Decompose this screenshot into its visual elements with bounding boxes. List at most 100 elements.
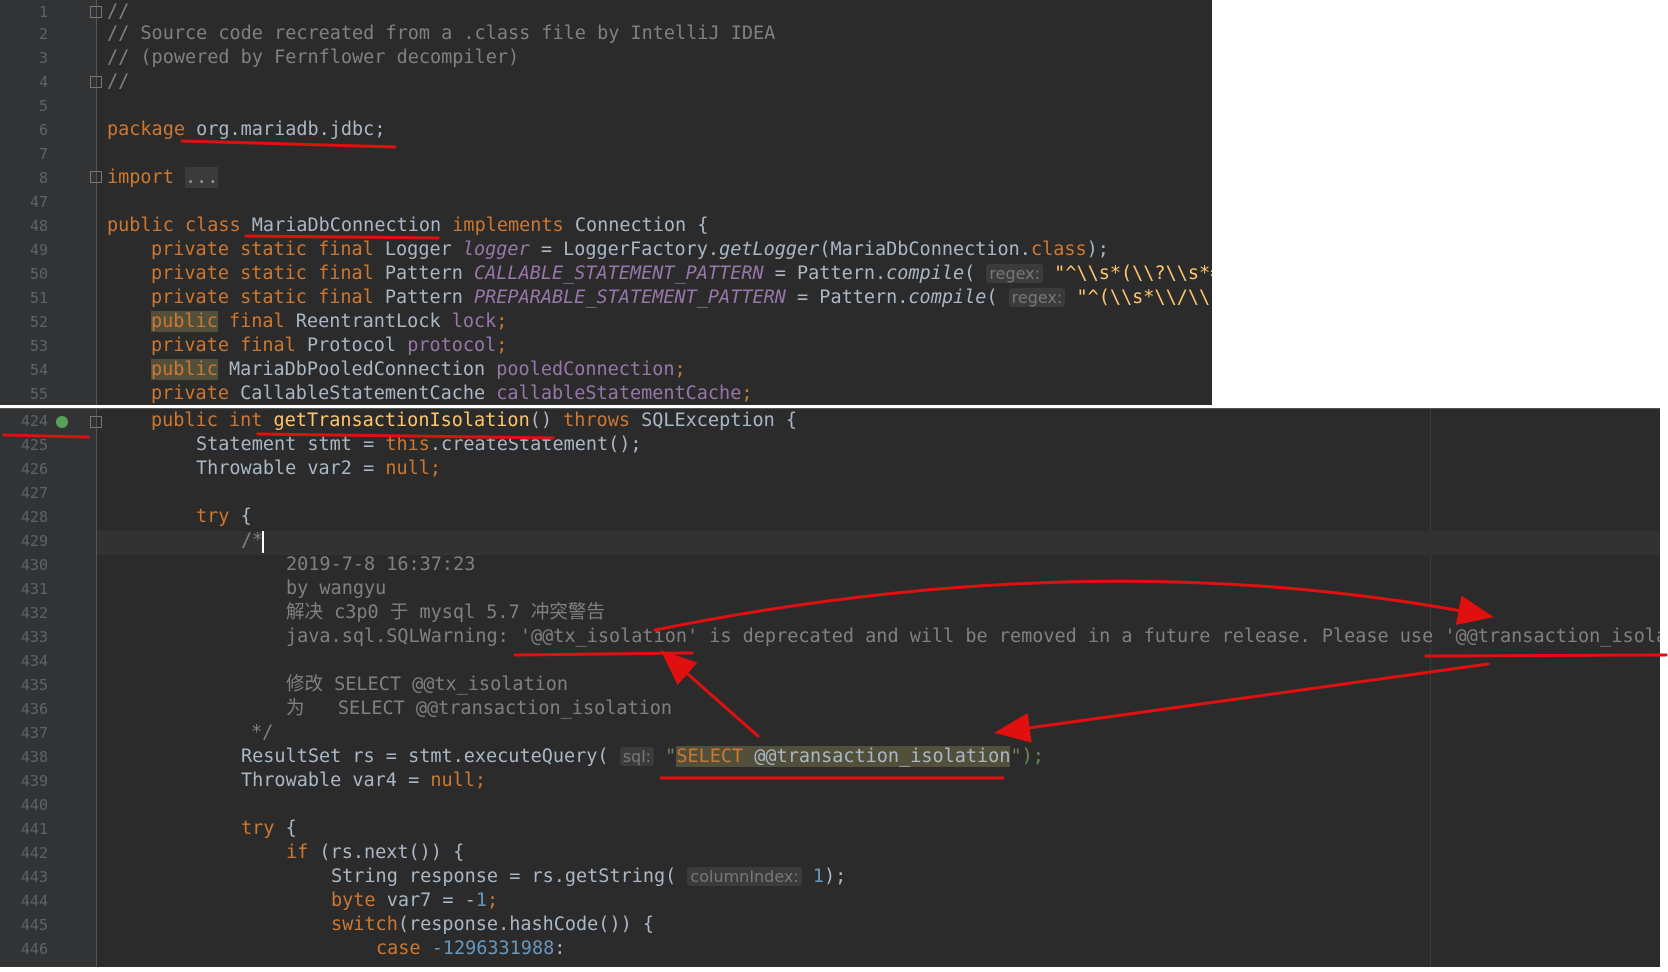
line-number: 434 [20,652,48,670]
line-number: 6 [38,121,48,139]
code-part: Statement stmt = [196,434,386,455]
keyword: public int [151,410,274,431]
sql-keyword: SELECT [676,746,744,767]
line-number: 425 [20,436,48,454]
code-part: String response = rs.getString( [331,866,688,887]
code-text: private CallableStatementCache callableS… [151,382,752,405]
code-line-439: Throwable var4 = null; [241,769,486,793]
method: getLogger [719,239,820,260]
keyword: class [1030,239,1087,260]
code-part: { [285,818,297,839]
code-part: ResultSet rs = stmt.executeQuery( [241,746,620,767]
text-caret [262,531,264,553]
code-text: import ... [107,166,219,190]
line-number: 433 [20,628,48,646]
code-part: ( [964,263,987,284]
code-text: // [107,1,130,22]
number: 1 [801,866,825,887]
line-number: 53 [29,337,48,355]
keyword: private final [151,335,307,356]
code-line: 2 // Source code recreated from a .class… [0,22,1212,46]
code-line: 4 // [0,70,1212,94]
code-line-430: 2019-7-8 16:37:23 [286,554,476,575]
keyword: private static final [151,239,385,260]
code-line-431: by wangyu [286,578,387,599]
sql-text: @@transaction_isolation [743,746,1011,767]
code-part: (rs.next()) { [319,842,465,863]
code-part: ; [429,458,442,479]
line-number: 5 [38,97,48,115]
line-number: 55 [29,385,48,403]
field: logger [462,239,530,260]
field: CALLABLE_STATEMENT_PATTERN [474,263,764,284]
code-line: 54 public MariaDbPooledConnection pooled… [0,358,1212,382]
field: protocol [407,335,497,356]
code-part: ; [474,770,487,791]
code-part: ; [496,311,508,332]
line-number: 48 [29,217,48,235]
code-part: = Pattern. [763,263,887,284]
line-number: 443 [20,868,48,886]
keyword: case [376,938,432,959]
parameter-hint: regex: [1008,288,1066,307]
code-text: private static final Pattern CALLABLE_ST… [151,262,1212,286]
keyword: import [107,167,185,188]
type: MariaDbPooledConnection [217,359,497,380]
code-part: var7 = - [386,890,476,911]
keyword: try [196,506,241,527]
code-part: { [240,506,252,527]
type: Logger [384,239,463,260]
code-line: 1 // [0,0,1212,24]
line-number: 8 [38,169,48,187]
folded-imports[interactable]: ... [184,167,219,188]
fold-icon[interactable] [90,416,102,428]
keyword: public class [107,215,252,236]
class-name: MariaDbConnection [251,215,442,236]
code-text: public MariaDbPooledConnection pooledCon… [151,358,686,382]
code-part: ); [1086,239,1109,260]
type: Pattern [384,263,475,284]
override-marker-icon[interactable] [56,416,68,428]
code-part: ; [486,890,499,911]
method-name: getTransactionIsolation [273,410,530,431]
field: lock [451,311,497,332]
field: PREPARABLE_STATEMENT_PATTERN [474,287,786,308]
method: compile [908,287,987,308]
line-number: 51 [29,289,48,307]
code-part: ); [824,866,847,887]
line-number: 52 [29,313,48,331]
line-number: 445 [20,916,48,934]
line-number: 438 [20,748,48,766]
code-line: 7 [0,142,1212,166]
code-line-446: case -1296331988: [376,937,565,961]
package-name: org.mariadb.jdbc; [196,119,386,140]
code-text: package org.mariadb.jdbc; [107,118,385,142]
line-number: 437 [20,724,48,742]
code-line: 49 private static final Logger logger = … [0,238,1212,262]
line-number: 440 [20,796,48,814]
code-line-433: java.sql.SQLWarning: '@@tx_isolation' is… [286,626,1660,647]
string: "^(\\s*\\/\\*( [1076,287,1212,308]
code-line: 8 import ... [0,166,1212,190]
code-part: SQLException { [641,410,798,431]
code-text: private final Protocol protocol; [151,334,507,358]
code-line: 55 private CallableStatementCache callab… [0,382,1212,405]
code-text: // Source code recreated from a .class f… [107,23,776,44]
keyword: try [241,818,286,839]
line-number: 428 [20,508,48,526]
code-line-437: */ [251,722,274,743]
type: Protocol [306,335,408,356]
line-number: 430 [20,556,48,574]
code-line-429: /* [241,530,264,551]
keyword: this [385,434,430,455]
code-line-424: public int getTransactionIsolation() thr… [151,409,797,433]
keyword: package [107,119,197,140]
keyword: if [286,842,320,863]
code-part: Throwable var2 = [196,458,386,479]
code-line: 48 public class MariaDbConnection implem… [0,214,1212,238]
code-line-435: 修改 SELECT @@tx_isolation [286,674,569,695]
line-number: 2 [38,25,48,43]
code-text: public class MariaDbConnection implement… [107,214,708,238]
line-number: 47 [29,193,48,211]
type: ReentrantLock [295,311,452,332]
